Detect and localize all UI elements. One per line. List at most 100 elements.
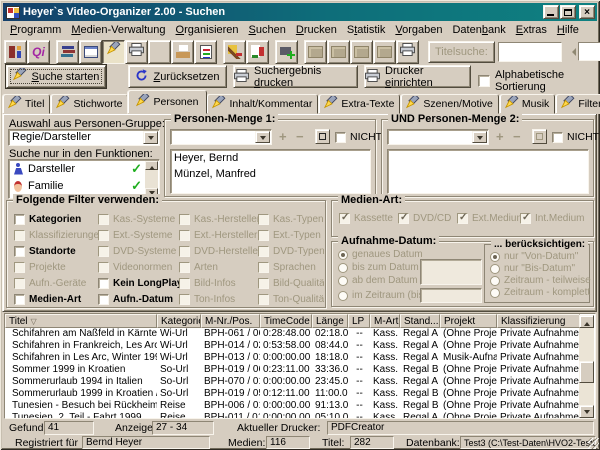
- filter-checkbox-dvd-typen: DVD-Typen: [258, 243, 324, 259]
- column-header-klassifizierung[interactable]: Klassifizierung: [497, 314, 580, 328]
- menu-item-programm[interactable]: Programm: [5, 23, 66, 37]
- menu-item-datenbank[interactable]: Datenbank: [447, 23, 510, 37]
- print-button[interactable]: [125, 40, 148, 64]
- menu-item-medien-verwaltung[interactable]: Medien-Verwaltung: [66, 23, 170, 37]
- dropdown-arrow-icon[interactable]: [255, 131, 270, 143]
- maximize-button[interactable]: [560, 5, 576, 19]
- personen-gruppe-combobox[interactable]: Regie/Darsteller: [8, 129, 160, 146]
- tab-inhalt-kommentar[interactable]: Inhalt/Kommentar: [206, 94, 318, 114]
- column-header-stand[interactable]: Stand...: [400, 314, 440, 328]
- table-row[interactable]: Sommerurlaub 1994 in ItalienSo-UrlBPH-07…: [5, 376, 580, 388]
- scroll-down-button[interactable]: [579, 405, 594, 418]
- table-row[interactable]: Sommerurlaub 1999 in Kroatien / ...So-Ur…: [5, 388, 580, 400]
- checkbox-box[interactable]: [552, 132, 563, 143]
- suchergebnis-drucken-button[interactable]: Suchergebnis drucken: [233, 65, 358, 88]
- close-button[interactable]: ×: [579, 5, 595, 19]
- titelsuche-input[interactable]: [498, 42, 562, 62]
- scrollbar-thumb[interactable]: [579, 361, 594, 383]
- clear-list-button[interactable]: [315, 129, 330, 144]
- filter-checkbox-kategorien[interactable]: Kategorien: [14, 211, 98, 227]
- filter-checkbox-ton-qualitäten: Ton-Qualitäten: [258, 291, 324, 307]
- funktionen-scrollbar[interactable]: [145, 161, 158, 197]
- edit-lists-button[interactable]: [246, 40, 269, 64]
- exit-button[interactable]: [4, 40, 27, 64]
- column-header-projekt[interactable]: Projekt: [440, 314, 497, 328]
- organize-button[interactable]: [79, 40, 102, 64]
- add-media-button[interactable]: [275, 40, 298, 64]
- menge2-combobox[interactable]: [387, 129, 489, 145]
- menu-item-extras[interactable]: Extras: [511, 23, 552, 37]
- column-header-länge[interactable]: Länge: [312, 314, 348, 328]
- funktion-item-familie[interactable]: Familie✓: [9, 177, 159, 194]
- menge2-listbox[interactable]: [387, 149, 589, 194]
- checkbox-box[interactable]: [478, 75, 490, 87]
- nicht-checkbox-2[interactable]: NICHT: [552, 131, 599, 143]
- menu-item-drucken[interactable]: Drucken: [291, 23, 342, 37]
- column-header-lp[interactable]: LP: [348, 314, 370, 328]
- statistics-button[interactable]: [148, 40, 171, 64]
- menu-item-organisieren[interactable]: Organisieren: [171, 23, 244, 37]
- checkbox-box[interactable]: [335, 132, 346, 143]
- tab-musik[interactable]: Musik: [499, 94, 555, 114]
- scroll-up-icon[interactable]: [145, 161, 158, 170]
- checkbox-box[interactable]: [14, 294, 25, 305]
- media-management-button[interactable]: [56, 40, 79, 64]
- tab-extra-texte[interactable]: Extra-Texte: [318, 94, 400, 114]
- table-row[interactable]: Tunesien - Besuch bei Rückheims ...Reise…: [5, 400, 580, 412]
- spinner-left-icon[interactable]: [568, 48, 576, 56]
- person-list-item[interactable]: Münzel, Manfred: [171, 166, 370, 182]
- nicht-checkbox-1[interactable]: NICHT: [335, 131, 382, 143]
- menu-item-suchen[interactable]: Suchen: [244, 23, 291, 37]
- tab-filter[interactable]: Filter: [555, 94, 600, 114]
- column-header-timecode[interactable]: TimeCode: [260, 314, 312, 328]
- funktion-item-darsteller[interactable]: Darsteller✓: [9, 160, 159, 177]
- search-button[interactable]: [102, 40, 125, 64]
- column-header-kategorie[interactable]: Kategorie: [157, 314, 201, 328]
- menu-item-statistik[interactable]: Statistik: [342, 23, 391, 37]
- menu-item-hilfe[interactable]: Hilfe: [552, 23, 584, 37]
- checkbox-box[interactable]: [98, 278, 109, 289]
- tab-stichworte[interactable]: Stichworte: [50, 94, 128, 114]
- resize-grip[interactable]: [588, 438, 599, 449]
- menu-item-vorgaben[interactable]: Vorgaben: [390, 23, 447, 37]
- table-row[interactable]: Sommer 1999 in KroatienSo-UrlBPH-019 / 0…: [5, 364, 580, 376]
- minimize-button[interactable]: [543, 5, 559, 19]
- menge1-combobox[interactable]: [170, 129, 272, 145]
- suche-starten-button[interactable]: Suche starten: [6, 65, 106, 88]
- table-row[interactable]: Schifahren in Les Arc, Winter 1998Wi-Url…: [5, 352, 580, 364]
- column-header-titel[interactable]: Titel▽: [5, 314, 157, 328]
- titel-count-label: Titel:: [322, 436, 344, 450]
- tab-personen[interactable]: Personen: [127, 90, 207, 114]
- hand-card-icon: [176, 45, 190, 58]
- spinner-value-box[interactable]: [578, 42, 600, 61]
- lend-button[interactable]: [171, 40, 194, 64]
- funktionen-listbox[interactable]: Darsteller✓Familie✓: [8, 159, 160, 199]
- column-header-m-nr-pos[interactable]: M-Nr./Pos.: [201, 314, 260, 328]
- person-list-item[interactable]: Heyer, Bernd: [171, 150, 370, 166]
- checkbox-box[interactable]: [14, 246, 25, 257]
- filter-checkbox-medien-art[interactable]: Medien-Art: [14, 291, 98, 307]
- filter-checkbox-aufn-datum[interactable]: Aufn.-Datum: [98, 291, 179, 307]
- checkbox-box[interactable]: [14, 214, 25, 225]
- table-vertical-scrollbar[interactable]: [579, 315, 594, 418]
- menge1-listbox[interactable]: Heyer, BerndMünzel, Manfred: [170, 149, 371, 194]
- dropdown-arrow-icon[interactable]: [472, 131, 487, 143]
- quick-print-button[interactable]: [396, 40, 419, 64]
- zuruecksetzen-button[interactable]: Zurücksetzen: [128, 65, 227, 88]
- column-header-m-art[interactable]: M-Art: [370, 314, 400, 328]
- table-row[interactable]: Schifahren am Naßfeld in KärntenWi-UrlBP…: [5, 328, 580, 340]
- notes-button[interactable]: [194, 40, 217, 64]
- tab-titel[interactable]: Titel: [2, 94, 50, 114]
- tab-szenen-motive[interactable]: Szenen/Motive: [400, 94, 498, 114]
- scroll-up-button[interactable]: [579, 315, 594, 328]
- filter-checkbox-kein-longplay[interactable]: Kein LongPlay: [98, 275, 179, 291]
- edit-codes-button[interactable]: [223, 40, 246, 64]
- checkbox-box[interactable]: [98, 294, 109, 305]
- table-row[interactable]: Tunesien, 2. Teil - Fahrt 1999ReiseBPH-0…: [5, 412, 580, 419]
- dropdown-arrow-icon[interactable]: [143, 131, 158, 144]
- quickinfo-button[interactable]: Qi: [27, 40, 50, 64]
- table-row[interactable]: Schifahren in Frankreich, Les ArcWi-UrlB…: [5, 340, 580, 352]
- drucker-einrichten-button[interactable]: Drucker einrichten: [364, 65, 471, 88]
- filter-checkbox-standorte[interactable]: Standorte: [14, 243, 98, 259]
- combobox-value: [174, 131, 254, 143]
